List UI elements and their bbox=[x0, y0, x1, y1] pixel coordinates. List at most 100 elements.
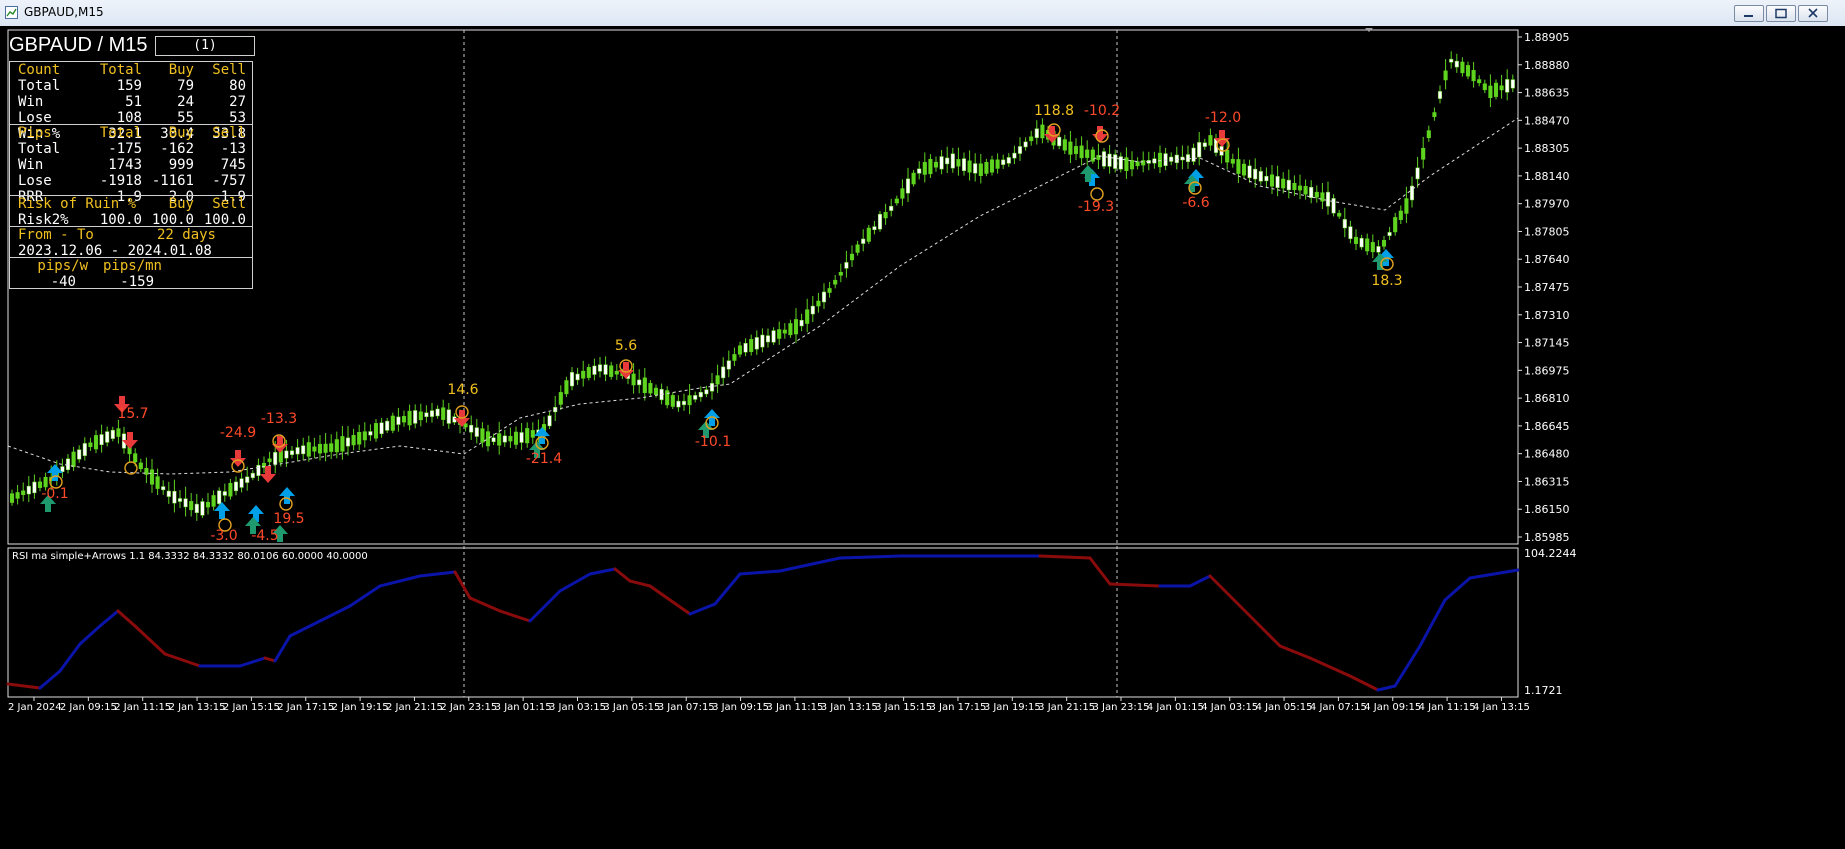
rsi-line-segment bbox=[838, 554, 902, 560]
maximize-button[interactable] bbox=[1766, 5, 1796, 22]
rsi-line-segment bbox=[418, 570, 457, 578]
minimize-button[interactable] bbox=[1734, 5, 1764, 22]
candle-body bbox=[1482, 83, 1487, 91]
rsi-line-segment bbox=[378, 574, 422, 588]
candle-body bbox=[1017, 146, 1023, 154]
candle-body bbox=[1068, 141, 1073, 155]
symbol-label: GBPAUD / M15 bbox=[9, 34, 148, 56]
candle-body bbox=[1460, 61, 1465, 74]
candle-body bbox=[362, 431, 367, 441]
candle-body bbox=[631, 373, 636, 386]
candle-body bbox=[721, 366, 726, 379]
rsi-line-segment bbox=[468, 596, 502, 613]
x-axis-label: 3 Jan 05:15 bbox=[603, 702, 660, 713]
row-label: Win bbox=[18, 94, 44, 110]
x-axis-label: 4 Jan 13:15 bbox=[1473, 702, 1530, 713]
buy-arrow-icon bbox=[279, 487, 295, 504]
candle-body bbox=[189, 501, 194, 511]
x-axis-label: 4 Jan 07:15 bbox=[1310, 702, 1367, 713]
row-total: -1918 bbox=[99, 173, 142, 189]
candle-body bbox=[1488, 85, 1493, 99]
candle-body bbox=[603, 364, 608, 375]
candle-body bbox=[368, 431, 373, 436]
candle-body bbox=[889, 205, 894, 211]
candle-body bbox=[1129, 160, 1135, 170]
candle-body bbox=[418, 411, 423, 421]
x-axis-label: 3 Jan 19:15 bbox=[984, 702, 1041, 713]
trade-result-label: -10.2 bbox=[1084, 103, 1120, 119]
candle-body bbox=[827, 288, 832, 293]
candle-body bbox=[709, 383, 715, 392]
candle-body bbox=[502, 435, 507, 443]
candle-body bbox=[609, 365, 614, 377]
candle-body bbox=[726, 360, 731, 370]
candle-body bbox=[217, 490, 222, 504]
candle-body bbox=[1471, 70, 1476, 82]
candle-body bbox=[1376, 246, 1381, 253]
candle-body bbox=[855, 244, 860, 253]
rsi-line-segment bbox=[558, 572, 592, 593]
buy-arrow-icon bbox=[214, 502, 230, 519]
rsi-line-segment bbox=[1088, 556, 1112, 586]
candle-body bbox=[933, 161, 939, 168]
candle-body bbox=[715, 375, 720, 385]
candle-body bbox=[844, 262, 849, 269]
rsi-line-segment bbox=[133, 624, 167, 656]
close-button[interactable] bbox=[1798, 5, 1828, 22]
candle-body bbox=[1264, 175, 1269, 182]
candle-body bbox=[1163, 153, 1168, 166]
candle-body bbox=[1426, 130, 1431, 139]
trade-result-label: -13.3 bbox=[261, 411, 297, 427]
candle-body bbox=[956, 159, 961, 167]
candle-body bbox=[749, 339, 754, 352]
candle-body bbox=[866, 227, 871, 242]
chart-window-icon bbox=[5, 6, 18, 19]
candle-body bbox=[1437, 91, 1443, 99]
range-days: 22 days bbox=[156, 227, 216, 243]
candle-body bbox=[390, 415, 395, 431]
candle-body bbox=[267, 458, 272, 463]
x-axis-label: 4 Jan 05:15 bbox=[1256, 702, 1313, 713]
candle-body bbox=[743, 343, 748, 353]
candle-body bbox=[525, 428, 530, 444]
candle-body bbox=[1040, 124, 1045, 139]
y-axis-label: 1.88305 bbox=[1524, 142, 1570, 155]
candle-body bbox=[250, 472, 255, 479]
y-axis-label: 1.86480 bbox=[1524, 448, 1570, 461]
row-total: -175 bbox=[108, 141, 142, 157]
count-stats-panel: Count Total Buy Sell Total 159 79 80 Win 51 24 27… bbox=[9, 61, 253, 142]
count-row: Total 159 79 80 bbox=[10, 78, 252, 94]
candle-body bbox=[435, 408, 440, 417]
header-cell: Total bbox=[99, 62, 142, 78]
candle-body bbox=[1421, 147, 1426, 160]
candle-body bbox=[491, 437, 496, 443]
candle-body bbox=[1079, 145, 1084, 159]
candle-body bbox=[1090, 149, 1095, 162]
candle-body bbox=[1023, 141, 1028, 148]
candle-body bbox=[648, 383, 653, 394]
candle-body bbox=[379, 422, 384, 435]
candle-body bbox=[1325, 191, 1331, 207]
candle-body bbox=[256, 464, 261, 476]
candle-body bbox=[373, 423, 379, 439]
candle-body bbox=[1281, 178, 1286, 189]
candle-body bbox=[676, 400, 681, 408]
y-axis-label: 1.88140 bbox=[1524, 170, 1570, 183]
candle-body bbox=[816, 300, 821, 307]
candle-body bbox=[1029, 136, 1034, 142]
candle-body bbox=[396, 416, 401, 425]
rsi-line-segment bbox=[1418, 598, 1447, 648]
trade-result-label: -10.1 bbox=[695, 434, 731, 450]
y-axis-label: 1.86315 bbox=[1524, 475, 1570, 488]
candle-body bbox=[670, 395, 675, 407]
candle-body bbox=[1185, 154, 1191, 163]
candle-body bbox=[469, 424, 474, 433]
sell-arrow-icon bbox=[260, 466, 276, 483]
chart-area[interactable]: 1.88905 1.88880 1.88635 1.88470 1.88305 1.881… bbox=[0, 26, 1845, 849]
price-chart[interactable]: 1.88905 1.88880 1.88635 1.88470 1.88305 1.881… bbox=[0, 26, 1845, 849]
candle-body bbox=[597, 364, 603, 372]
candle-body bbox=[950, 153, 955, 169]
candle-body bbox=[1062, 139, 1067, 151]
row-total: 1743 bbox=[108, 157, 142, 173]
x-axis-label: 3 Jan 13:15 bbox=[821, 702, 878, 713]
